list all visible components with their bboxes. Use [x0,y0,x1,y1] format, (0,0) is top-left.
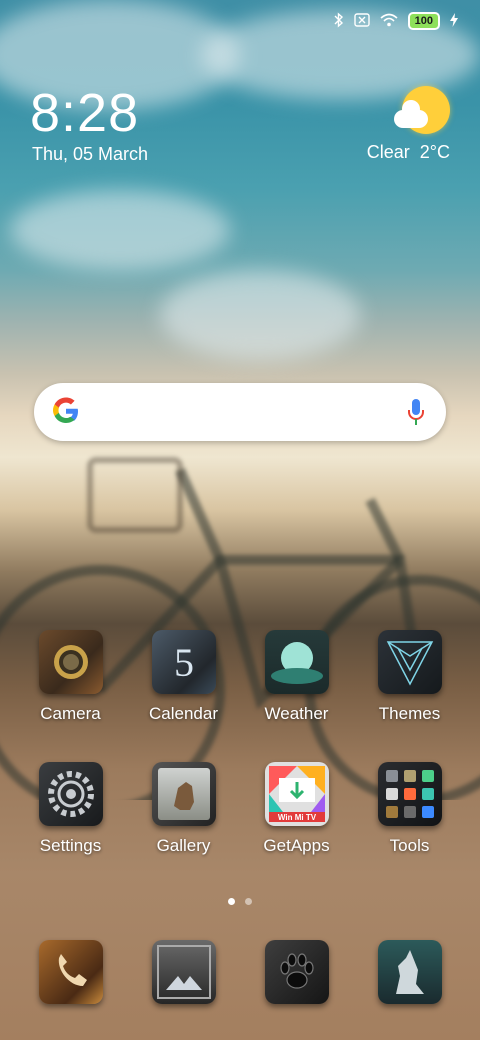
dock-phone[interactable] [14,940,127,1004]
weather-icon [264,630,329,694]
sim-blocked-icon [353,12,370,30]
clock-time[interactable]: 8:28 [30,82,139,144]
camera-icon [38,630,103,694]
clock-date[interactable]: Thu, 05 March [32,144,148,165]
page-indicator [0,898,480,905]
weather-temperature: 2°C [419,142,450,162]
app-gallery[interactable]: Gallery [127,762,240,856]
microphone-icon[interactable] [406,397,426,427]
app-label: Tools [389,836,430,855]
app-label: Calendar [149,704,218,723]
dock [14,940,466,1004]
dock-paw[interactable] [240,940,353,1004]
themes-icon [377,630,442,694]
bluetooth-icon [334,11,344,31]
app-calendar[interactable]: 5 Calendar [127,630,240,724]
tools-folder-icon [377,762,442,826]
app-settings[interactable]: Settings [14,762,127,856]
page-dot [245,898,252,905]
charging-icon [450,12,458,30]
weather-summary: Clear 2°C [367,142,450,163]
google-g-icon [53,397,78,423]
wolf-icon [377,940,442,1004]
dock-wolf[interactable] [353,940,466,1004]
app-label: Camera [40,704,101,723]
getapps-icon: Win Mi TV [264,762,329,826]
page-dot-current [228,898,235,905]
app-getapps[interactable]: Win Mi TV GetApps [240,762,353,856]
phone-icon [38,940,103,1004]
settings-icon [38,762,103,826]
app-label: GetApps [263,836,330,855]
status-bar: 100 [334,10,458,32]
app-label: Gallery [156,836,211,855]
weather-widget[interactable]: Clear 2°C [290,86,450,166]
gallery-icon [151,762,216,826]
battery-icon: 100 [407,12,440,30]
wallpaper-cloud [10,190,230,270]
weather-condition: Clear [366,142,410,162]
app-label: Settings [39,836,102,855]
app-label: Weather [264,704,329,723]
wifi-icon [380,13,398,30]
messages-icon [151,940,216,1004]
wallpaper-cloud [160,270,360,360]
dock-messages[interactable] [127,940,240,1004]
calendar-icon: 5 [151,630,216,694]
google-search-bar[interactable] [34,383,446,441]
app-weather[interactable]: Weather [240,630,353,724]
paw-icon [264,940,329,1004]
calendar-day: 5 [174,640,194,685]
folder-tools[interactable]: Tools [353,762,466,856]
app-camera[interactable]: Camera [14,630,127,724]
app-label: Themes [378,704,441,723]
app-themes[interactable]: Themes [353,630,466,724]
cloud-icon [394,100,428,128]
getapps-badge: Win Mi TV [277,813,316,822]
app-grid: Camera 5 Calendar Weather Themes Setting… [14,630,466,894]
